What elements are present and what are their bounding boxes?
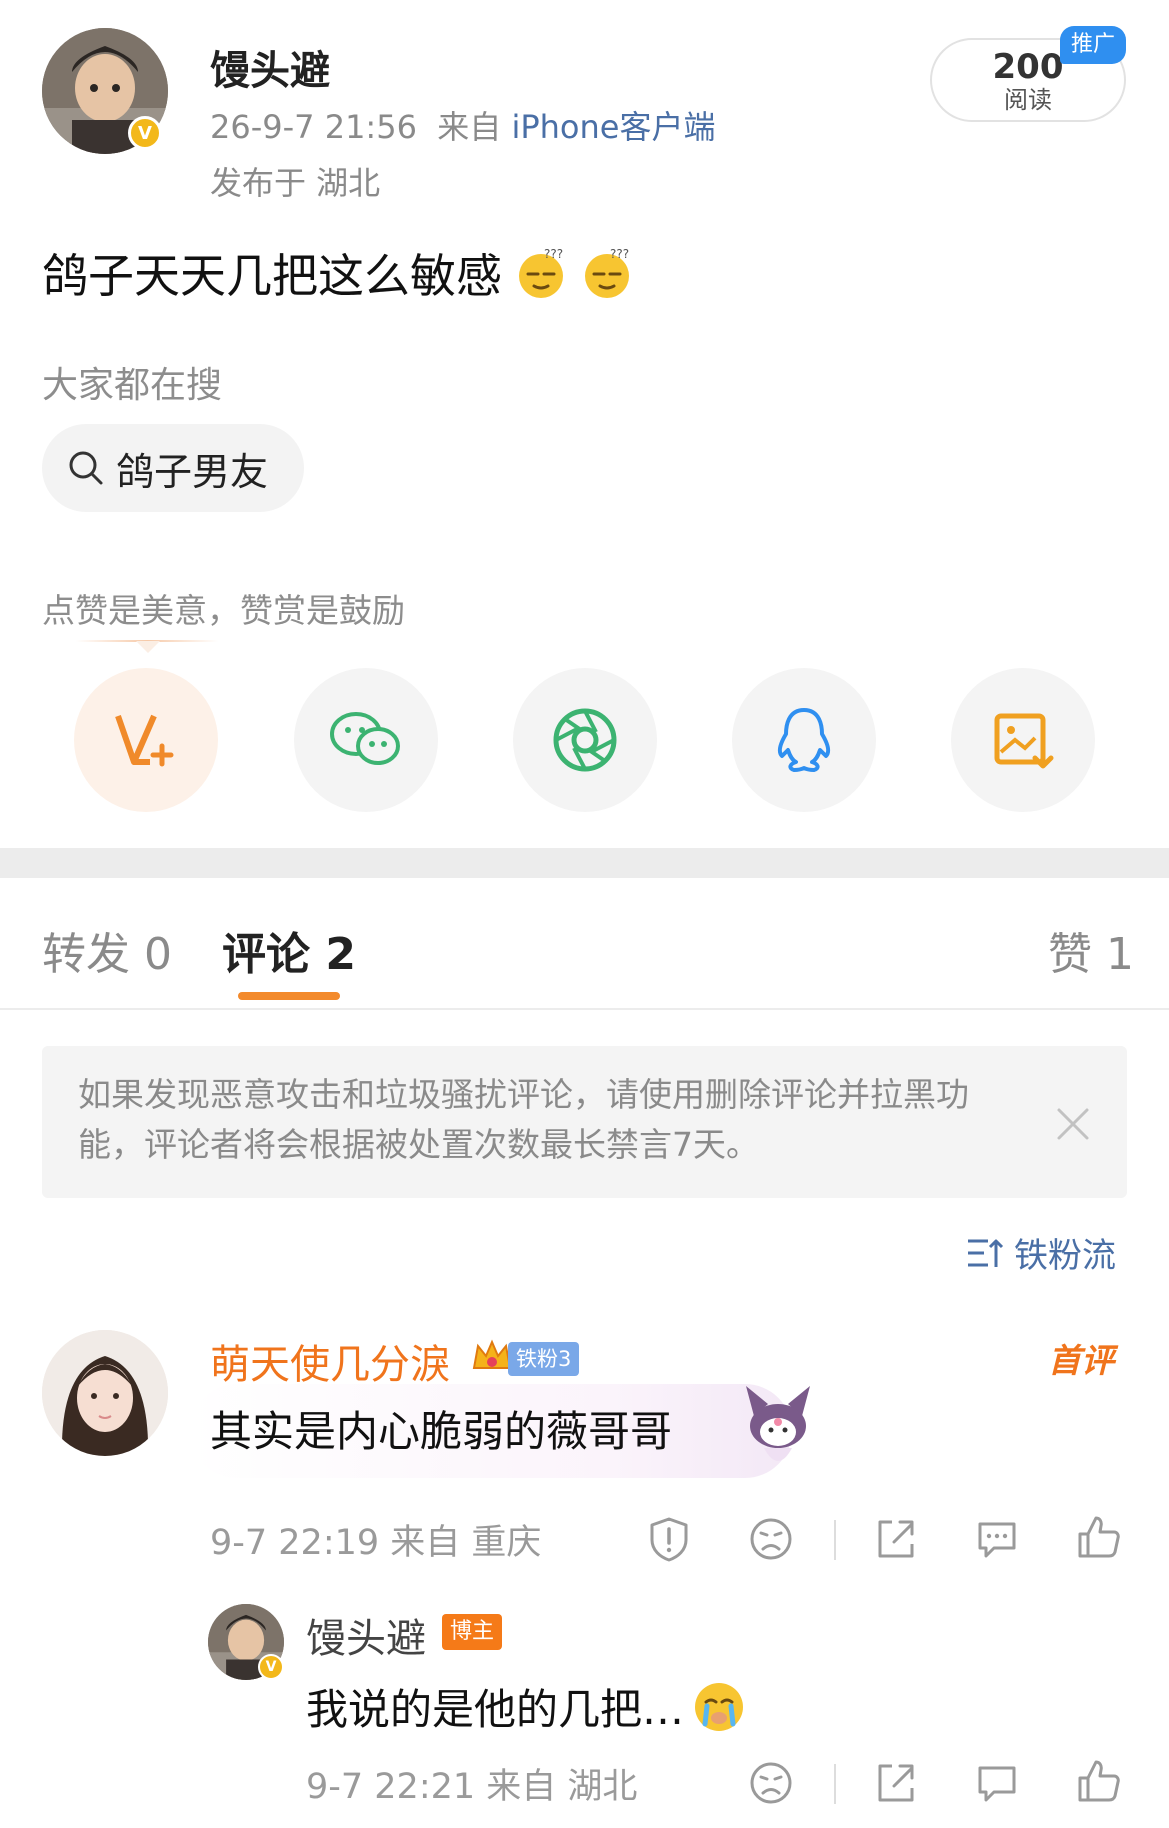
like-thumb-icon[interactable] (1076, 1758, 1122, 1804)
dizzy-face-emoji-icon: ??? (519, 247, 563, 298)
reply-content: 我说的是他的几把… (306, 1676, 746, 1737)
kuromi-sticker-icon (746, 1386, 810, 1461)
share-qq-button[interactable] (732, 668, 876, 812)
read-label: 阅读 (1004, 86, 1052, 114)
save-image-icon (994, 713, 1054, 769)
commenter-name[interactable]: 萌天使几分淚 (210, 1332, 450, 1390)
v-plus-icon (115, 714, 174, 767)
notice-text: 如果发现恶意攻击和垃圾骚扰评论，请使用删除评论并拉黑功能，评论者将会根据被处置次… (78, 1075, 969, 1164)
dizzy-face-emoji-icon: ??? (585, 247, 629, 298)
comment-meta: 9-7 22:19 来自 重庆 (210, 1523, 542, 1563)
post-meta: 26-9-7 21:56 来自 iPhone客户端 (210, 102, 715, 148)
author-name[interactable]: 馒头避 (210, 38, 330, 96)
verified-badge-icon: V (128, 116, 162, 150)
search-icon (69, 451, 103, 485)
commenter-avatar[interactable] (42, 1330, 168, 1456)
svg-text:???: ??? (610, 247, 629, 261)
source-link[interactable]: iPhone客户端 (511, 108, 715, 146)
share-moments-button[interactable] (513, 668, 657, 812)
search-chip-label: 鸽子男友 (116, 449, 269, 494)
report-shield-icon[interactable] (646, 1516, 692, 1562)
post-content: 鸽子天天几把这么敏感 ??? ??? (42, 240, 634, 306)
blogger-badge: 博主 (442, 1614, 503, 1650)
reply-author-name[interactable]: 馒头避 (306, 1606, 426, 1664)
moments-icon (553, 708, 617, 772)
reply-text[interactable]: 我说的是他的几把… (306, 1676, 684, 1737)
sort-button[interactable]: 铁粉流 (966, 1228, 1116, 1277)
wechat-icon (330, 712, 400, 765)
action-divider (834, 1520, 836, 1560)
like-thumb-icon[interactable] (1076, 1514, 1122, 1560)
reward-caret (136, 641, 160, 653)
post-text: 鸽子天天几把这么敏感 (42, 249, 502, 303)
share-icon[interactable] (872, 1516, 918, 1562)
v-plus-button[interactable] (74, 668, 218, 812)
tab-divider (0, 1008, 1169, 1010)
comment-text[interactable]: 其实是内心脆弱的薇哥哥 (210, 1398, 672, 1459)
search-chip[interactable]: 鸽子男友 (42, 424, 304, 512)
verified-badge-icon: V (258, 1654, 284, 1680)
action-divider (834, 1764, 836, 1804)
save-image-button[interactable] (951, 668, 1095, 812)
active-tab-indicator (238, 992, 340, 1000)
share-icon[interactable] (872, 1760, 918, 1806)
svg-text:???: ??? (544, 247, 563, 261)
post-location: 发布于 湖北 (210, 164, 381, 202)
dislike-face-icon[interactable] (748, 1516, 794, 1562)
share-wechat-button[interactable] (294, 668, 438, 812)
trending-search-title: 大家都在搜 (42, 365, 223, 406)
source-prefix: 来自 (437, 108, 502, 146)
section-divider (0, 848, 1169, 878)
post-time: 26-9-7 21:56 (210, 108, 417, 146)
sort-label: 铁粉流 (1014, 1236, 1116, 1276)
reply-meta: 9-7 22:21 来自 湖北 (306, 1767, 638, 1807)
comment-notice: 如果发现恶意攻击和垃圾骚扰评论，请使用删除评论并拉黑功能，评论者将会根据被处置次… (42, 1046, 1127, 1198)
sort-icon (968, 1239, 1004, 1267)
first-comment-tag: 首评 (1048, 1341, 1114, 1380)
reward-hint: 点赞是美意，赞赏是鼓励 (42, 591, 405, 630)
dislike-face-icon[interactable] (748, 1760, 794, 1806)
fan-level-badge: 铁粉3 (508, 1342, 580, 1376)
tab-likes[interactable]: 赞 1 (1048, 918, 1134, 982)
reply-icon[interactable] (974, 1760, 1020, 1806)
tab-comments[interactable]: 评论 2 (222, 918, 356, 982)
reply-icon[interactable] (974, 1516, 1020, 1562)
tab-repost[interactable]: 转发 0 (42, 918, 172, 982)
qq-icon (777, 708, 831, 772)
promo-tag[interactable]: 推广 (1060, 26, 1126, 64)
crying-face-emoji-icon (695, 1682, 744, 1731)
close-icon[interactable] (1053, 1104, 1093, 1144)
